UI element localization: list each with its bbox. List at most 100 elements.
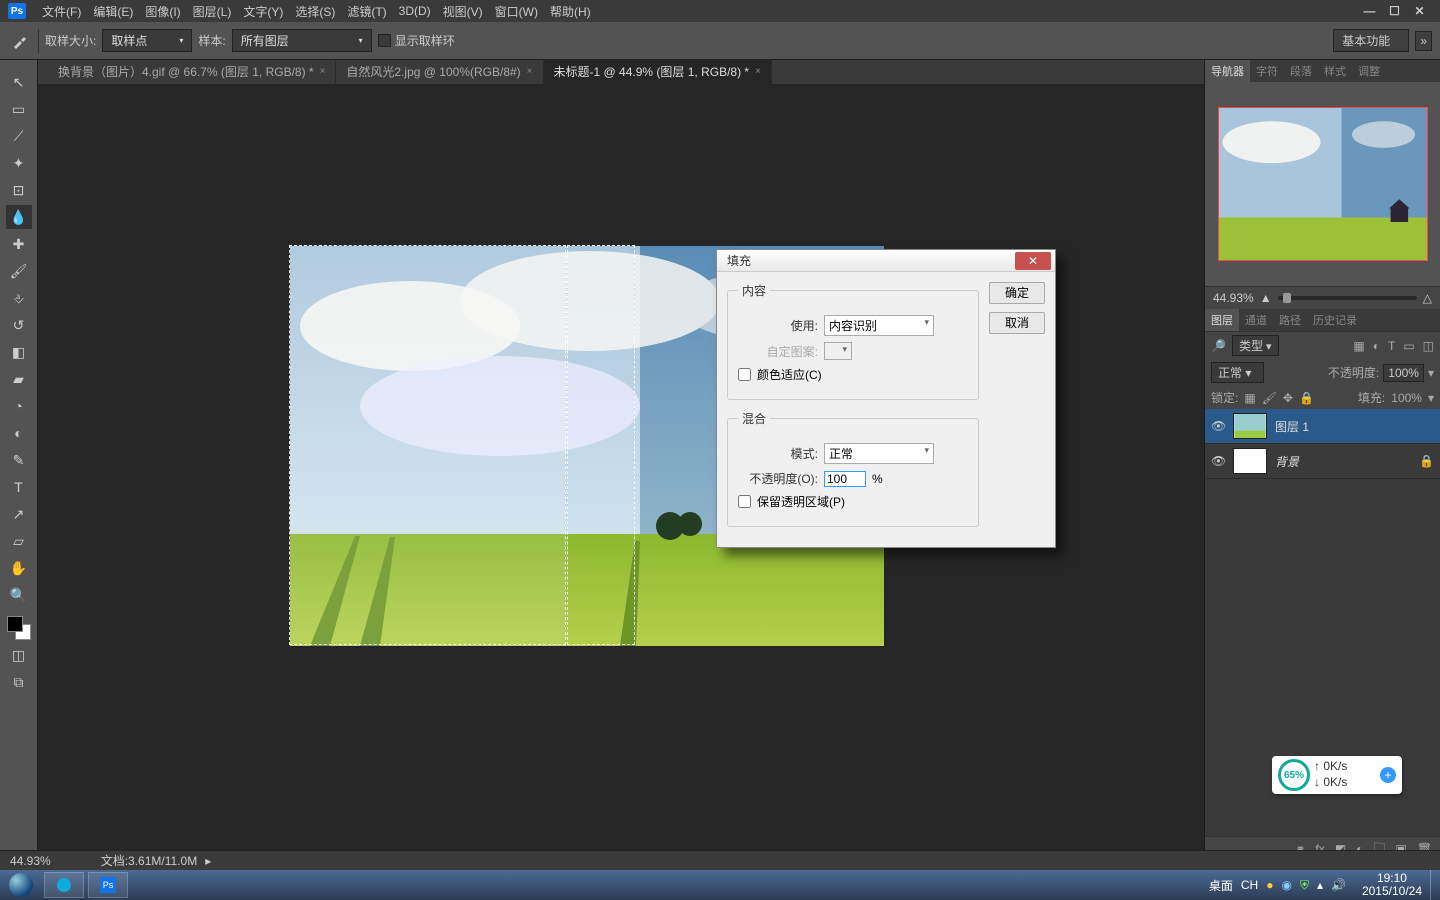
menu-filter[interactable]: 滤镜(T) [341,3,392,20]
layer-thumb[interactable] [1233,413,1267,439]
layer-name[interactable]: 背景 [1275,453,1299,470]
mode-select[interactable]: 正常 [824,443,934,464]
tool-crop[interactable]: ⊡ [6,178,32,202]
tool-pen[interactable]: ✎ [6,448,32,472]
tab-doc-2[interactable]: 自然风光2.jpg @ 100%(RGB/8#)× [336,59,543,84]
layer-row[interactable]: 👁 图层 1 [1205,409,1440,444]
window-close-icon[interactable]: ✕ [1407,4,1432,18]
status-doc-size[interactable]: 文档:3.61M/11.0M [101,852,197,869]
zoom-in-icon[interactable]: △ [1423,291,1432,305]
tab-doc-1[interactable]: 换背景（图片）4.gif @ 66.7% (图层 1, RGB/8) *× [48,59,336,84]
tool-move[interactable]: ↖ [6,70,32,94]
tool-path-select[interactable]: ↗ [6,502,32,526]
cancel-button[interactable]: 取消 [989,312,1045,334]
close-icon[interactable]: × [755,66,761,77]
tab-navigator[interactable]: 导航器 [1205,60,1250,82]
taskbar-desktop-label[interactable]: 桌面 [1209,877,1233,894]
tab-paragraph[interactable]: 段落 [1284,60,1318,82]
zoom-out-icon[interactable]: ▲ [1260,291,1272,305]
layer-opacity-value[interactable]: 100% [1383,364,1424,382]
tray-icon[interactable]: ◉ [1281,878,1291,892]
workspace-expand-icon[interactable]: » [1415,31,1432,51]
close-icon[interactable]: × [320,66,326,77]
tray-shield-icon[interactable]: ⛨ [1300,878,1309,893]
tab-history[interactable]: 历史记录 [1307,309,1363,331]
status-zoom[interactable]: 44.93% [10,854,51,868]
color-adaptation-checkbox[interactable] [738,368,751,381]
show-desktop-button[interactable] [1430,870,1440,900]
workspace-switcher[interactable]: 基本功能 [1333,29,1409,52]
lock-position-icon[interactable]: ✥ [1283,391,1293,405]
tool-zoom[interactable]: 🔍 [6,583,32,607]
tool-spot-heal[interactable]: ✚ [6,232,32,256]
menu-view[interactable]: 视图(V) [437,3,489,20]
network-speed-widget[interactable]: 65% ↑ 0K/s ↓ 0K/s + [1272,756,1402,794]
tool-gradient[interactable]: ▰ [6,367,32,391]
window-minimize-icon[interactable]: — [1357,4,1382,18]
tray-icon[interactable]: ● [1266,878,1273,892]
tab-styles[interactable]: 样式 [1318,60,1352,82]
tool-eyedropper[interactable]: 💧 [6,205,32,229]
menu-select[interactable]: 选择(S) [289,3,341,20]
layer-name[interactable]: 图层 1 [1275,418,1309,435]
filter-shape-icon[interactable]: ▭ [1403,339,1414,353]
tab-doc-3[interactable]: 未标题-1 @ 44.9% (图层 1, RGB/8) *× [544,59,772,84]
tool-hand[interactable]: ✋ [6,556,32,580]
tab-paths[interactable]: 路径 [1273,309,1307,331]
layer-filter-kind[interactable]: 类型 ▾ [1232,335,1279,356]
taskbar-app-1[interactable] [44,872,84,898]
tool-shape[interactable]: ▱ [6,529,32,553]
menu-edit[interactable]: 编辑(E) [87,3,139,20]
sample-layers-select[interactable]: 所有图层▾ [232,29,372,52]
start-button[interactable] [0,870,42,900]
filter-type-icon[interactable]: T [1388,339,1395,353]
tray-volume-icon[interactable]: 🔊 [1331,878,1346,892]
tool-dodge[interactable]: ◐ [6,421,32,445]
tool-eraser[interactable]: ◧ [6,340,32,364]
visibility-icon[interactable]: 👁 [1211,454,1225,468]
lock-brush-icon[interactable]: 🖌 [1262,391,1277,405]
tray-expand-icon[interactable]: ▴ [1317,878,1323,892]
preserve-transparency-checkbox[interactable] [738,495,751,508]
tray-ime[interactable]: CH [1241,878,1258,892]
dialog-titlebar[interactable]: 填充 ✕ [717,250,1055,272]
tab-channels[interactable]: 通道 [1239,309,1273,331]
lock-transparency-icon[interactable]: ▦ [1244,391,1255,405]
ok-button[interactable]: 确定 [989,282,1045,304]
tool-magicwand[interactable]: ✦ [6,151,32,175]
menu-3d[interactable]: 3D(D) [393,4,437,18]
menu-type[interactable]: 文字(Y) [237,3,289,20]
tab-layers[interactable]: 图层 [1205,309,1239,331]
sample-size-select[interactable]: 取样点▾ [102,29,192,52]
filter-smart-icon[interactable]: ◫ [1423,339,1434,353]
window-maximize-icon[interactable]: ☐ [1382,4,1407,18]
tool-history-brush[interactable]: ↺ [6,313,32,337]
tool-stamp[interactable]: ⎀ [6,286,32,310]
menu-image[interactable]: 图像(I) [139,3,186,20]
opacity-input[interactable] [824,471,866,487]
widget-plus-icon[interactable]: + [1380,767,1396,783]
menu-window[interactable]: 窗口(W) [489,3,544,20]
visibility-icon[interactable]: 👁 [1211,419,1225,433]
tool-lasso[interactable]: ⟋ [6,124,32,148]
show-sample-ring-checkbox[interactable]: 显示取样环 [378,32,455,49]
navigator-preview[interactable] [1205,82,1440,286]
eyedropper-icon[interactable] [8,29,32,53]
menu-file[interactable]: 文件(F) [36,3,87,20]
dialog-close-button[interactable]: ✕ [1015,252,1051,270]
color-swatch[interactable] [7,616,31,640]
screenmode-icon[interactable]: ⧉ [6,670,32,694]
use-select[interactable]: 内容识别 [824,315,934,336]
menu-help[interactable]: 帮助(H) [544,3,597,20]
tool-marquee[interactable]: ▭ [6,97,32,121]
layer-row[interactable]: 👁 背景 🔒 [1205,444,1440,479]
menu-layer[interactable]: 图层(L) [187,3,238,20]
zoom-slider[interactable] [1278,296,1417,300]
filter-pixel-icon[interactable]: ▦ [1353,339,1364,353]
tool-type[interactable]: T [6,475,32,499]
quickmask-icon[interactable]: ◫ [6,643,32,667]
tab-adjustments[interactable]: 调整 [1352,60,1386,82]
filter-adjust-icon[interactable]: ◐ [1373,339,1380,353]
tab-character[interactable]: 字符 [1250,60,1284,82]
fill-value[interactable]: 100% [1391,391,1422,405]
